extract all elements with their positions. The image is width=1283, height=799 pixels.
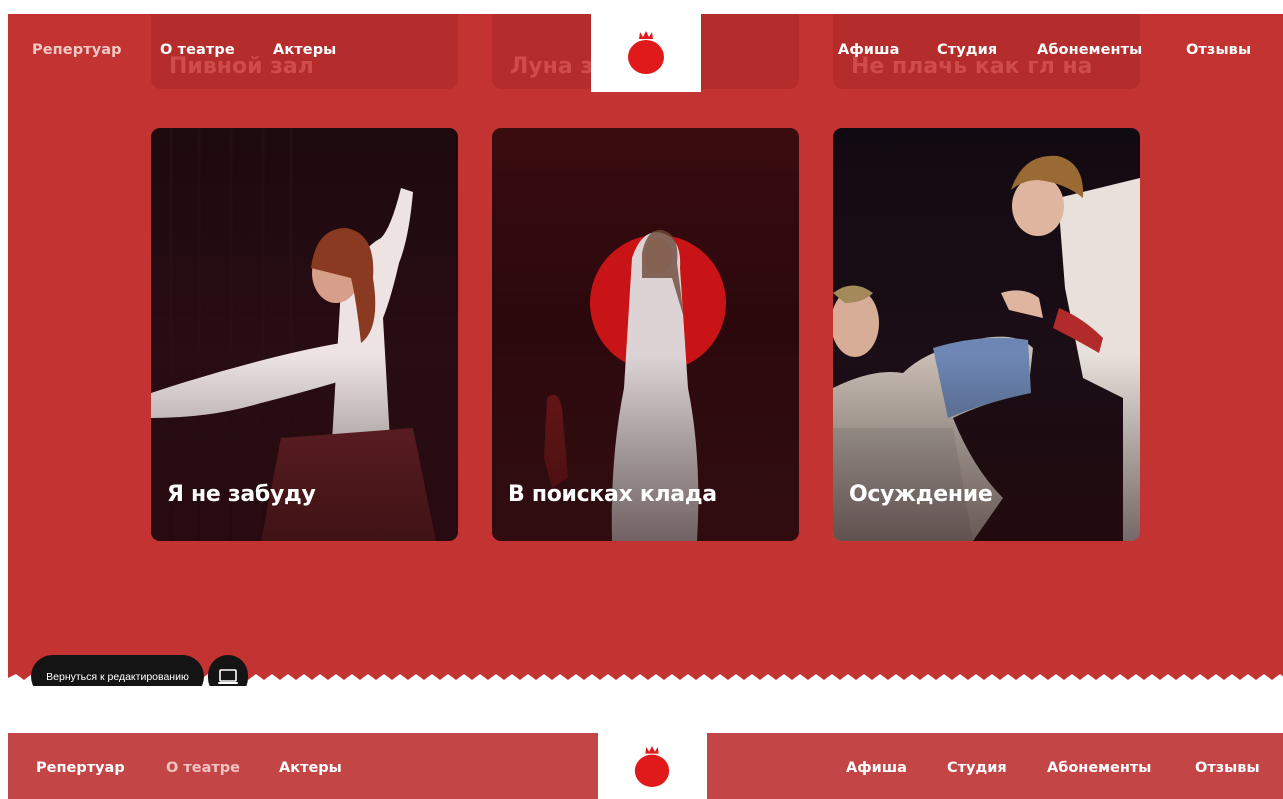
logo[interactable] [591, 14, 701, 92]
nav-actors[interactable]: Актеры [279, 760, 342, 776]
nav-repertoire[interactable]: Репертуар [36, 760, 125, 776]
show-title: Осуждение [849, 482, 993, 507]
show-title: Я не забуду [167, 482, 316, 507]
return-to-editing-button[interactable]: Вернуться к редактированию [31, 655, 204, 686]
show-card[interactable]: Я не забуду [151, 128, 458, 541]
laptop-icon [218, 668, 238, 684]
pomegranate-icon [634, 746, 670, 787]
nav-studio[interactable]: Студия [947, 760, 1007, 776]
nav-subscriptions[interactable]: Абонементы [1047, 760, 1151, 776]
nav-reviews[interactable]: Отзывы [1186, 42, 1251, 58]
nav-repertoire[interactable]: Репертуар [32, 42, 122, 58]
nav-about-theatre[interactable]: О театре [166, 760, 240, 776]
pomegranate-icon [628, 31, 664, 74]
page-preview: Пивной зал Луна з Не плачь как гл на Реп… [8, 14, 1283, 686]
show-title: В поисках клада [508, 482, 717, 507]
nav-afisha[interactable]: Афиша [838, 42, 899, 58]
nav-subscriptions[interactable]: Абонементы [1037, 42, 1142, 58]
device-preview-button[interactable] [208, 655, 248, 686]
nav-about-theatre[interactable]: О театре [160, 42, 235, 58]
logo[interactable] [628, 745, 676, 789]
site-header: Репертуар О театре Актеры Афиша Студия А… [8, 733, 1283, 799]
show-photo [492, 128, 799, 541]
show-card[interactable]: Осуждение [833, 128, 1140, 541]
nav-afisha[interactable]: Афиша [846, 760, 907, 776]
show-card[interactable]: В поисках клада [492, 128, 799, 541]
show-photo [151, 128, 458, 541]
nav-actors[interactable]: Актеры [273, 42, 336, 58]
main-nav: Репертуар О театре Актеры Афиша Студия А… [8, 14, 1283, 92]
nav-reviews[interactable]: Отзывы [1195, 760, 1260, 776]
nav-studio[interactable]: Студия [937, 42, 997, 58]
show-photo [833, 128, 1140, 541]
